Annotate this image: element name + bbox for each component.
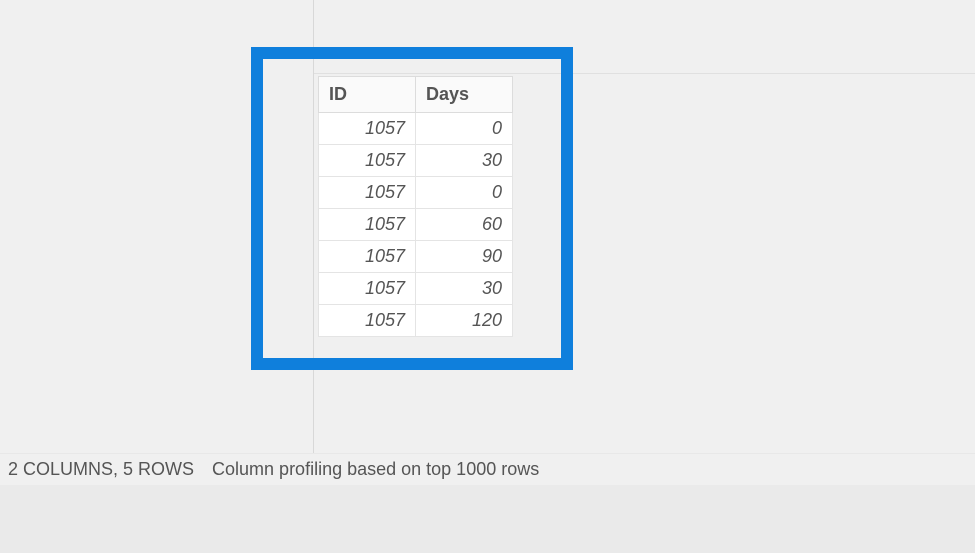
status-profiling: Column profiling based on top 1000 rows: [212, 459, 539, 480]
highlight-overlay: [251, 47, 573, 370]
bottom-panel: [0, 485, 975, 553]
status-bar: 2 COLUMNS, 5 ROWS Column profiling based…: [0, 453, 975, 485]
status-columns-rows: 2 COLUMNS, 5 ROWS: [8, 459, 194, 480]
